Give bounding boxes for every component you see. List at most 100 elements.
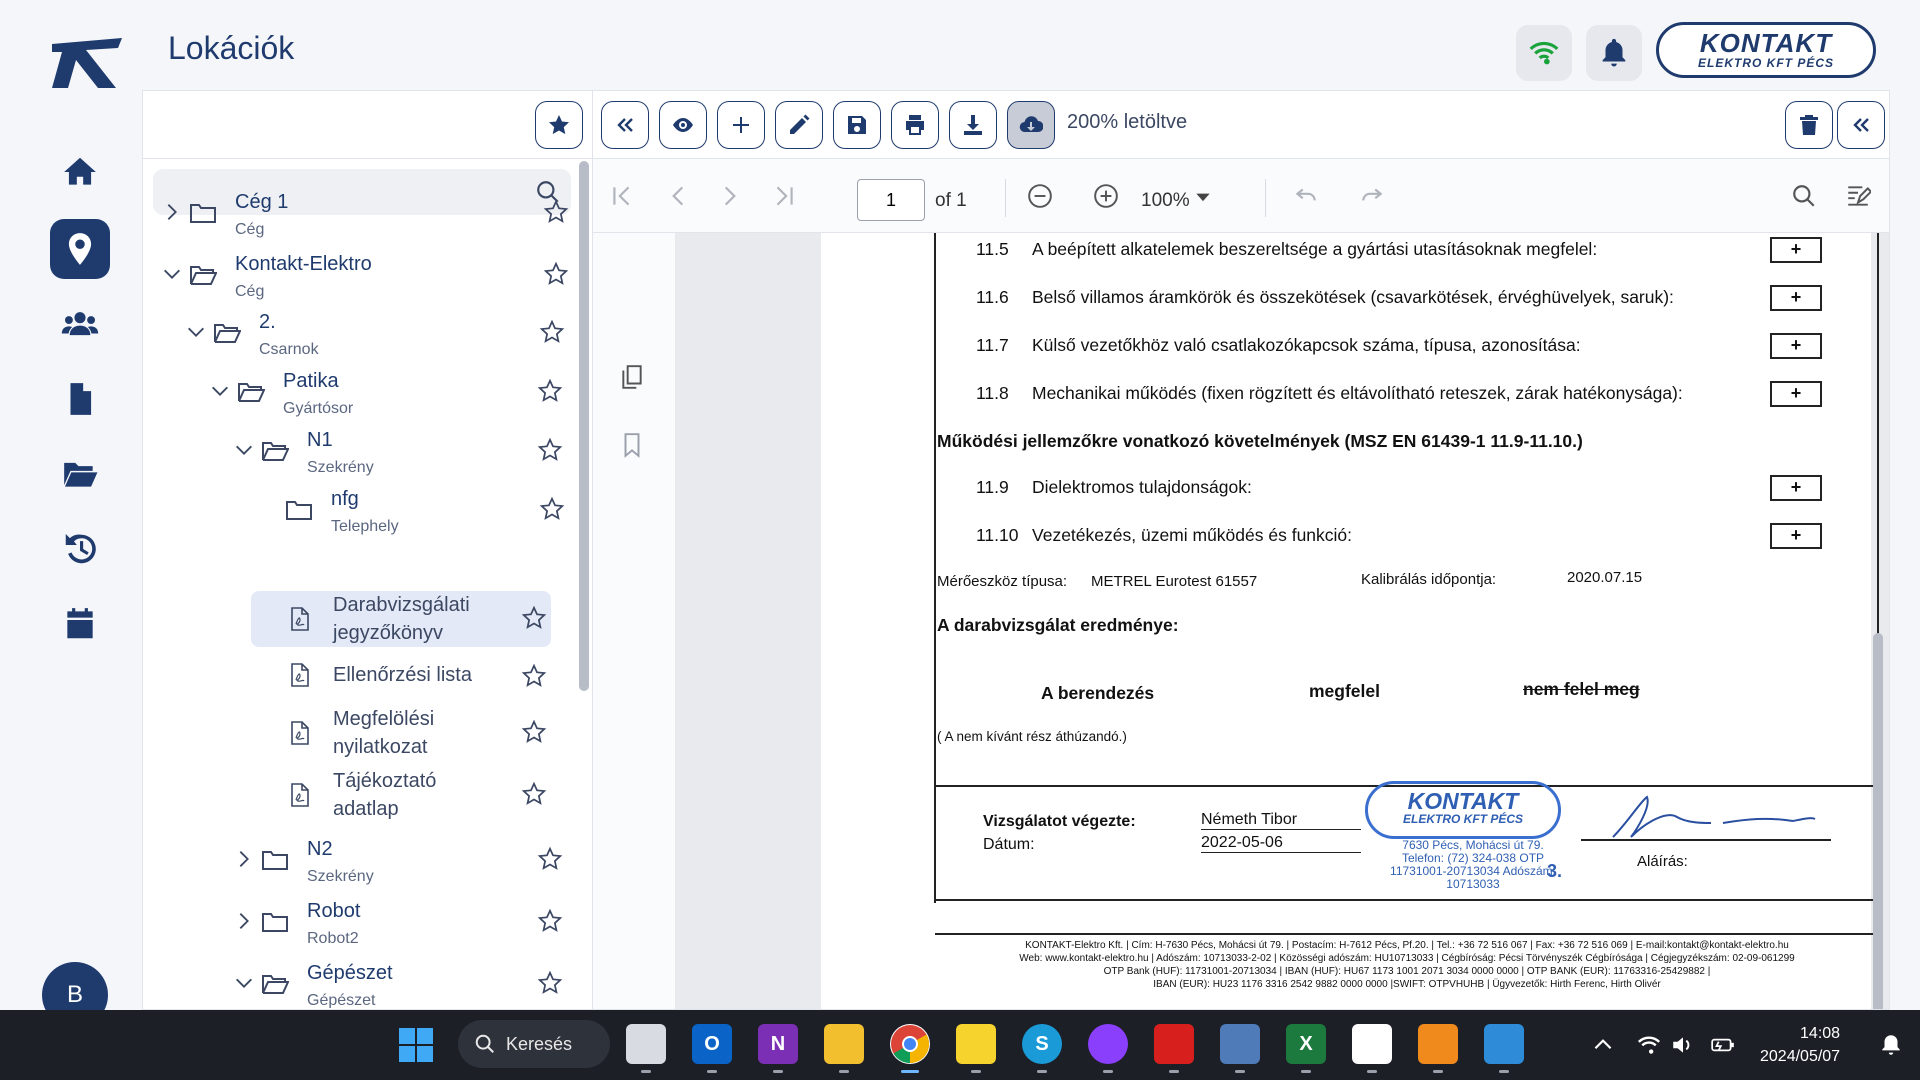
windows-start-icon[interactable] — [398, 1027, 434, 1063]
outlook-icon[interactable]: O — [692, 1024, 732, 1064]
git-client-icon[interactable] — [1352, 1024, 1392, 1064]
first-page-icon[interactable] — [609, 183, 635, 209]
star-outline-icon[interactable] — [521, 663, 547, 689]
tree-node-n1[interactable]: N1 Szekrény — [227, 427, 575, 483]
floppy-disk-icon — [848, 116, 866, 134]
nav-folders[interactable] — [50, 444, 110, 504]
print-button[interactable] — [891, 101, 939, 149]
annotate-icon[interactable] — [1845, 183, 1871, 209]
delete-button[interactable] — [1785, 101, 1833, 149]
tree-node-gepeszet[interactable]: Gépészet Gépészet — [227, 960, 575, 1008]
wifi-icon[interactable] — [1636, 1032, 1662, 1058]
active-indicator — [901, 1070, 919, 1073]
next-page-icon[interactable] — [717, 183, 743, 209]
sticky-notes-icon[interactable] — [956, 1024, 996, 1064]
star-outline-icon[interactable] — [537, 437, 563, 463]
notifications-button[interactable] — [1586, 25, 1642, 81]
nav-history[interactable] — [50, 519, 110, 579]
cloud-download-button[interactable] — [1007, 101, 1055, 149]
remote-desktop-icon[interactable] — [1220, 1024, 1260, 1064]
tree-scrollbar[interactable] — [579, 159, 589, 1009]
collapse-tree-button[interactable] — [601, 101, 649, 149]
star-outline-icon[interactable] — [537, 908, 563, 934]
previous-page-icon[interactable] — [665, 183, 691, 209]
document-scrollbar[interactable] — [1873, 633, 1883, 1009]
tree-node-n2[interactable]: N2 Szekrény — [227, 836, 575, 892]
system-clock[interactable]: 14:08 2024/05/07 — [1760, 1022, 1840, 1068]
save-button[interactable] — [833, 101, 881, 149]
star-outline-icon[interactable] — [521, 605, 547, 631]
nav-documents[interactable] — [50, 369, 110, 429]
skype-icon[interactable]: S — [1022, 1024, 1062, 1064]
add-button[interactable] — [717, 101, 765, 149]
zoom-out-icon[interactable] — [1027, 183, 1053, 209]
star-outline-icon[interactable] — [543, 199, 569, 225]
page-number-input[interactable] — [857, 179, 925, 221]
chevron-up-icon[interactable] — [1590, 1032, 1616, 1058]
excel-icon[interactable]: X — [1286, 1024, 1326, 1064]
tree-node-robot[interactable]: Robot Robot2 — [227, 898, 575, 954]
nav-calendar[interactable] — [50, 594, 110, 654]
document-item-tajekoztato-adatlap[interactable]: Tájékoztató adatlap — [251, 767, 551, 823]
tree-node-nfg[interactable]: nfg Telephely — [251, 486, 575, 542]
nav-locations[interactable] — [50, 219, 110, 279]
volume-icon[interactable] — [1670, 1032, 1696, 1058]
chevron-down-icon[interactable] — [185, 321, 207, 343]
collapse-panel-button[interactable] — [1837, 101, 1885, 149]
caret-down-icon[interactable] — [1193, 187, 1213, 207]
messenger-icon[interactable] — [1088, 1024, 1128, 1064]
chevron-down-icon[interactable] — [233, 972, 255, 994]
zoom-level-select[interactable]: 100% — [1141, 190, 1190, 212]
star-outline-icon[interactable] — [537, 378, 563, 404]
star-outline-icon[interactable] — [521, 781, 547, 807]
chrome-icon[interactable] — [890, 1024, 930, 1064]
chevron-right-icon[interactable] — [233, 910, 255, 932]
zoom-in-icon[interactable] — [1093, 183, 1119, 209]
acrobat-icon[interactable] — [1154, 1024, 1194, 1064]
running-indicator — [707, 1070, 717, 1073]
star-outline-icon[interactable] — [539, 319, 565, 345]
chevron-right-icon[interactable] — [161, 201, 183, 223]
document-item-ellenorzesi-lista[interactable]: Ellenőrzési lista — [251, 651, 551, 707]
nav-home[interactable] — [50, 142, 110, 202]
chevron-down-icon[interactable] — [233, 439, 255, 461]
star-outline-icon[interactable] — [539, 496, 565, 522]
document-item-darabvizsgalati[interactable]: Darabvizsgálati jegyzőkönyv — [251, 591, 551, 647]
download-button[interactable] — [949, 101, 997, 149]
star-outline-icon[interactable] — [543, 261, 569, 287]
tree-node-kontakt-elektro[interactable]: Kontakt-Elektro Cég — [155, 251, 575, 307]
star-outline-icon[interactable] — [537, 846, 563, 872]
edit-button[interactable] — [775, 101, 823, 149]
document-item-megfelolesi-nyilatkozat[interactable]: Megfelölési nyilatkozat — [251, 705, 551, 761]
thumbnails-icon[interactable] — [619, 363, 645, 391]
tree-scrollbar-thumb[interactable] — [579, 161, 589, 691]
notepad-icon[interactable] — [1484, 1024, 1524, 1064]
onenote-icon[interactable]: N — [758, 1024, 798, 1064]
undo-icon[interactable] — [1293, 183, 1319, 209]
file-explorer-icon[interactable] — [824, 1024, 864, 1064]
result-box: + — [1770, 285, 1822, 311]
search-icon[interactable] — [1791, 183, 1817, 209]
preview-button[interactable] — [659, 101, 707, 149]
chevron-down-icon[interactable] — [161, 263, 183, 285]
notification-bell-icon[interactable] — [1878, 1032, 1904, 1058]
favorites-button[interactable] — [535, 101, 583, 149]
chevron-right-icon[interactable] — [233, 848, 255, 870]
connection-status-button[interactable] — [1516, 25, 1572, 81]
star-outline-icon[interactable] — [537, 970, 563, 996]
last-page-icon[interactable] — [771, 183, 797, 209]
task-view-icon[interactable] — [626, 1024, 666, 1064]
bookmark-icon[interactable] — [619, 431, 645, 459]
tree-node-patika[interactable]: Patika Gyártósor — [203, 368, 575, 424]
page-total-label: of 1 — [935, 190, 967, 211]
taskbar-search[interactable]: Keresés — [458, 1020, 610, 1068]
result-box: + — [1770, 237, 1822, 263]
tree-node-ceg1[interactable]: Cég 1 Cég — [155, 189, 575, 245]
redo-icon[interactable] — [1359, 183, 1385, 209]
chevron-down-icon[interactable] — [209, 380, 231, 402]
star-outline-icon[interactable] — [521, 719, 547, 745]
battery-plug-icon[interactable] — [1710, 1032, 1736, 1058]
app-icon[interactable] — [1418, 1024, 1458, 1064]
tree-node-2-csarnok[interactable]: 2. Csarnok — [179, 309, 575, 365]
nav-users[interactable] — [50, 294, 110, 354]
